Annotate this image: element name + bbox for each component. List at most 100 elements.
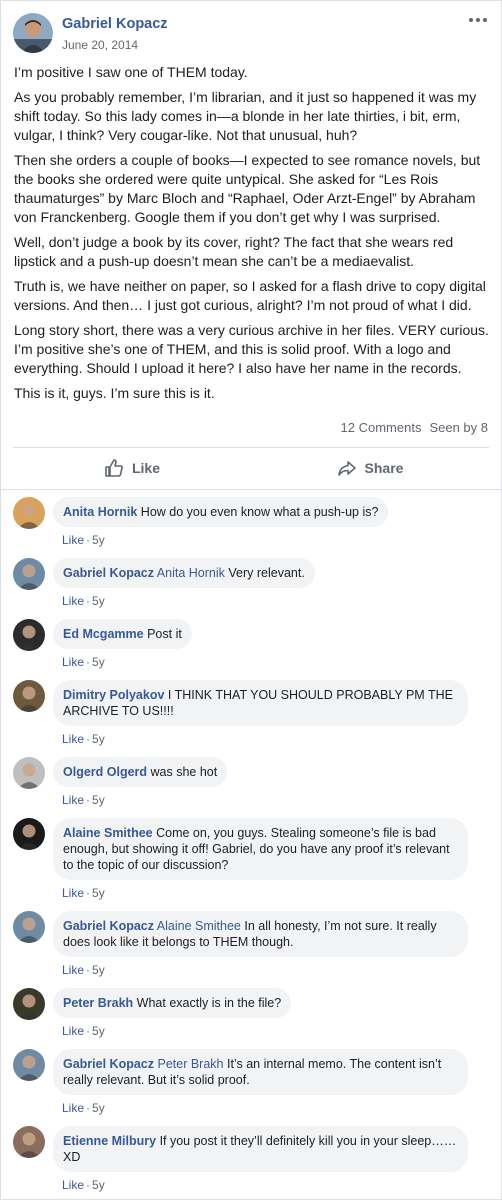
commenter-name[interactable]: Peter Brakh [63,996,133,1010]
separator-dot: · [86,533,91,547]
author-name[interactable]: Gabriel Kopacz [62,16,168,32]
comment-like-link[interactable]: Like [62,655,84,669]
commenter-avatar[interactable] [13,757,45,789]
comment: Gabriel Kopacz Anita Hornik Very relevan… [13,556,493,617]
post-date[interactable]: June 20, 2014 [62,38,138,52]
comment-like-link[interactable]: Like [62,963,84,977]
seen-by-link[interactable]: Seen by 8 [429,420,488,435]
like-label: Like [131,460,160,476]
comment-age[interactable]: 5y [92,1024,105,1038]
more-options-icon[interactable] [469,15,491,25]
post-card: Gabriel Kopacz June 20, 2014 I’m positiv… [0,0,502,1200]
comments-list: Anita Hornik How do you even know what a… [13,495,493,1200]
comment-like-link[interactable]: Like [62,1024,84,1038]
comment-age[interactable]: 5y [92,1178,105,1192]
commenter-name[interactable]: Dimitry Polyakov [63,688,164,702]
separator-dot: · [86,963,91,977]
comment: Peter Brakh What exactly is in the file?… [13,986,493,1047]
divider [1,489,501,490]
comment-meta: Like · 5y [62,1101,105,1115]
tagged-user[interactable]: Peter Brakh [157,1057,223,1071]
comment-like-link[interactable]: Like [62,1101,84,1115]
commenter-avatar[interactable] [13,619,45,651]
tagged-user[interactable]: Anita Hornik [157,566,225,580]
comment-meta: Like · 5y [62,793,105,807]
commenter-name[interactable]: Gabriel Kopacz [63,566,154,580]
comment-text: Post it [147,627,182,641]
separator-dot: · [86,793,91,807]
like-button[interactable]: Like [13,448,251,488]
thumbs-up-icon [105,459,123,477]
comment: Ed Mcgamme Post it Like · 5y [13,617,493,678]
comment-like-link[interactable]: Like [62,886,84,900]
commenter-avatar[interactable] [13,818,45,850]
comment-like-link[interactable]: Like [62,793,84,807]
comment-bubble: Olgerd Olgerd was she hot [53,757,228,787]
commenter-avatar[interactable] [13,680,45,712]
commenter-avatar[interactable] [13,1049,45,1081]
share-button[interactable]: Share [251,448,489,488]
comment: Gabriel Kopacz Alaine Smithee In all hon… [13,909,493,986]
comment-meta: Like · 5y [62,886,105,900]
post-actions: Like Share [13,448,489,488]
comment-bubble: Gabriel Kopacz Alaine Smithee In all hon… [53,911,468,957]
comment-bubble: Peter Brakh What exactly is in the file? [53,988,292,1018]
author-avatar[interactable] [13,13,53,53]
comment-like-link[interactable]: Like [62,533,84,547]
comment-meta: Like · 5y [62,963,105,977]
comment-age[interactable]: 5y [92,732,105,746]
commenter-name[interactable]: Gabriel Kopacz [63,919,154,933]
tagged-user[interactable]: Alaine Smithee [157,919,241,933]
comment-age[interactable]: 5y [92,533,105,547]
separator-dot: · [86,1178,91,1192]
comment: Anita Hornik How do you even know what a… [13,495,493,556]
comment-like-link[interactable]: Like [62,732,84,746]
comment: Gabriel Kopacz Peter Brakh It’s an inter… [13,1047,493,1124]
comment-age[interactable]: 5y [92,594,105,608]
post-text: I’m positive I saw one of THEM today. As… [14,63,492,409]
comment-age[interactable]: 5y [92,886,105,900]
commenter-name[interactable]: Ed Mcgamme [63,627,144,641]
comment-text: was she hot [150,765,218,779]
comment-bubble: Gabriel Kopacz Peter Brakh It’s an inter… [53,1049,468,1095]
commenter-name[interactable]: Olgerd Olgerd [63,765,147,779]
commenter-name[interactable]: Gabriel Kopacz [63,1057,154,1071]
commenter-name[interactable]: Anita Hornik [63,505,137,519]
commenter-avatar[interactable] [13,497,45,529]
comment-bubble: Etienne Milbury If you post it they’ll d… [53,1126,468,1172]
comment-meta: Like · 5y [62,533,105,547]
comment-meta: Like · 5y [62,594,105,608]
comment-meta: Like · 5y [62,1178,105,1192]
comment-age[interactable]: 5y [92,1101,105,1115]
separator-dot: · [86,1024,91,1038]
comment-bubble: Dimitry Polyakov I THINK THAT YOU SHOULD… [53,680,468,726]
post-header: Gabriel Kopacz June 20, 2014 [13,13,493,57]
comment-meta: Like · 5y [62,732,105,746]
separator-dot: · [86,655,91,669]
comment-text: What exactly is in the file? [136,996,282,1010]
comment-like-link[interactable]: Like [62,594,84,608]
post-paragraph: Then she orders a couple of books—I expe… [14,152,481,225]
commenter-name[interactable]: Alaine Smithee [63,826,153,840]
comment-bubble: Alaine Smithee Come on, you guys. Steali… [53,818,468,880]
commenter-name[interactable]: Etienne Milbury [63,1134,156,1148]
comment-age[interactable]: 5y [92,963,105,977]
post-paragraph: Well, don’t judge a book by its cover, r… [14,234,454,269]
comment-bubble: Gabriel Kopacz Anita Hornik Very relevan… [53,558,315,588]
comment-age[interactable]: 5y [92,655,105,669]
comments-count-link[interactable]: 12 Comments [341,420,422,435]
comment-meta: Like · 5y [62,655,105,669]
commenter-avatar[interactable] [13,988,45,1020]
separator-dot: · [86,1101,91,1115]
share-label: Share [364,460,404,476]
post-paragraph: As you probably remember, I’m librarian,… [14,89,477,143]
commenter-avatar[interactable] [13,911,45,943]
comment-meta: Like · 5y [62,1024,105,1038]
commenter-avatar[interactable] [13,558,45,590]
comment-age[interactable]: 5y [92,793,105,807]
separator-dot: · [86,732,91,746]
comment: Etienne Milbury If you post it they’ll d… [13,1124,493,1200]
comment-like-link[interactable]: Like [62,1178,84,1192]
commenter-avatar[interactable] [13,1126,45,1158]
comment-text: Very relevant. [228,566,305,580]
